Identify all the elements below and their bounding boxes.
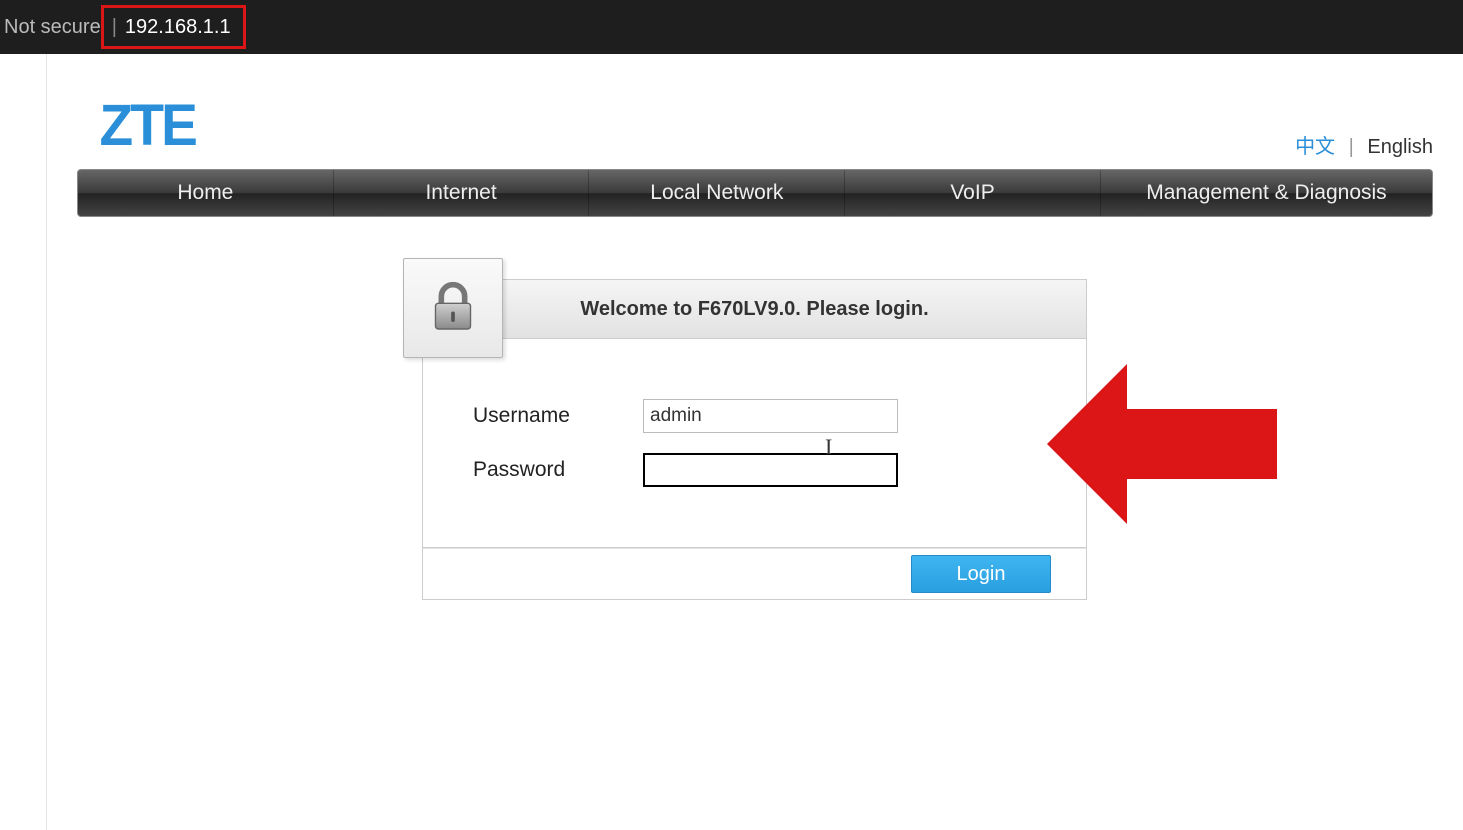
- password-row: Password: [473, 453, 1036, 487]
- username-input[interactable]: [643, 399, 898, 433]
- username-label: Username: [473, 404, 643, 428]
- login-body: Username Password: [422, 339, 1087, 548]
- lock-badge: [403, 258, 503, 358]
- login-button[interactable]: Login: [911, 555, 1051, 593]
- password-label: Password: [473, 458, 643, 482]
- left-gutter: [0, 54, 47, 830]
- router-page: ZTE 中文 | English Home Internet Local Net…: [47, 54, 1463, 830]
- nav-local-network[interactable]: Local Network: [589, 170, 845, 216]
- address-text: 192.168.1.1: [125, 16, 231, 39]
- header-row: ZTE 中文 | English: [47, 54, 1463, 169]
- address-highlight: | 192.168.1.1: [101, 5, 246, 49]
- separator: |: [112, 16, 117, 39]
- lock-icon: [425, 280, 481, 336]
- main-nav: Home Internet Local Network VoIP Managem…: [77, 169, 1433, 217]
- security-label: Not secure: [4, 16, 101, 39]
- username-row: Username: [473, 399, 1036, 433]
- login-header: Welcome to F670LV9.0. Please login.: [422, 279, 1087, 339]
- nav-voip[interactable]: VoIP: [845, 170, 1101, 216]
- lang-chinese[interactable]: 中文: [1295, 136, 1335, 158]
- brand-logo: ZTE: [100, 92, 196, 159]
- lang-separator: |: [1349, 136, 1354, 158]
- language-switch: 中文 | English: [1295, 130, 1433, 159]
- page-area: ZTE 中文 | English Home Internet Local Net…: [0, 54, 1463, 830]
- lang-english[interactable]: English: [1367, 136, 1433, 158]
- nav-home[interactable]: Home: [78, 170, 334, 216]
- nav-management[interactable]: Management & Diagnosis: [1101, 170, 1432, 216]
- login-panel: Welcome to F670LV9.0. Please login. User…: [422, 279, 1087, 600]
- login-footer: Login: [422, 548, 1087, 600]
- password-input[interactable]: [643, 453, 898, 487]
- nav-internet[interactable]: Internet: [334, 170, 590, 216]
- browser-address-bar[interactable]: Not secure | 192.168.1.1: [0, 0, 1463, 54]
- welcome-text: Welcome to F670LV9.0. Please login.: [580, 298, 928, 321]
